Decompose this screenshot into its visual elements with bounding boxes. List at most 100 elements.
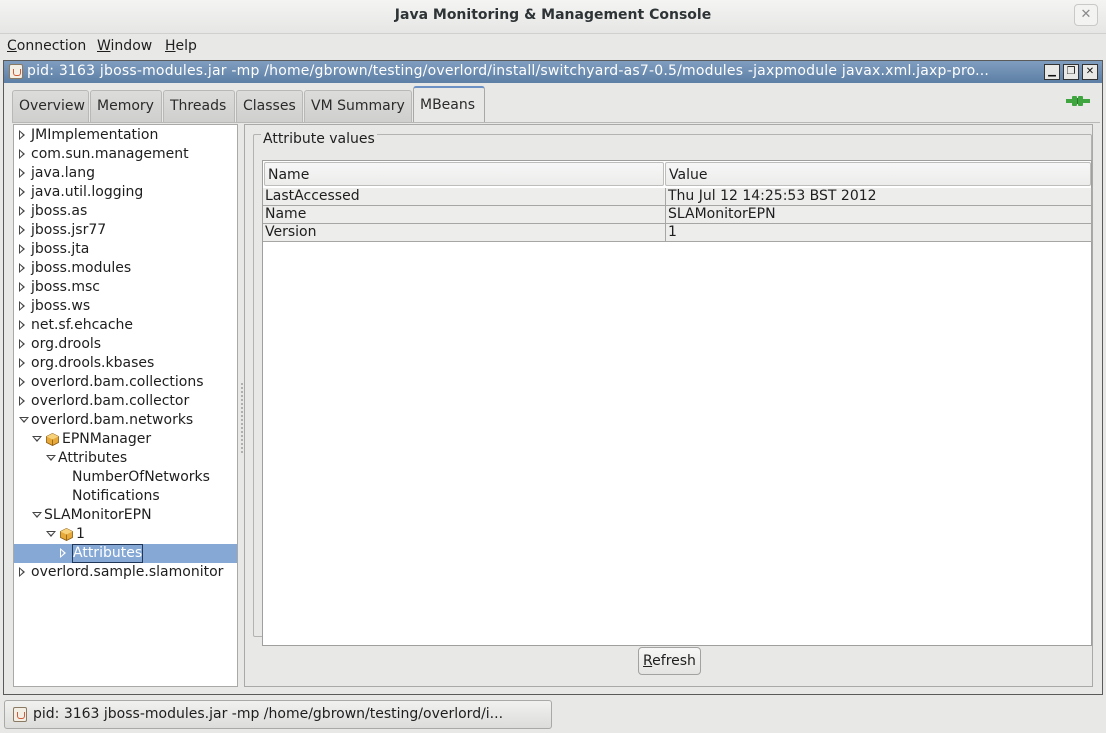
tree-node-label: org.drools [31,336,102,352]
expand-toggle-icon[interactable] [46,455,56,461]
tree-node-label: JMImplementation [31,127,159,143]
menu-window[interactable]: Window [97,38,152,54]
taskbar-window-button[interactable]: pid: 3163 jboss-modules.jar -mp /home/gb… [4,700,552,729]
tab-mbeans[interactable]: MBeans [413,86,485,123]
tree-node-label: org.drools.kbases [31,355,155,371]
tree-node[interactable]: net.sf.ehcache [14,316,237,335]
window-titlebar: Java Monitoring & Management Console ✕ [0,0,1106,34]
tree-node[interactable]: jboss.msc [14,278,237,297]
tree-node-label: jboss.as [31,203,88,219]
tree-node-label: net.sf.ehcache [31,317,134,333]
collapse-toggle-icon[interactable] [19,225,25,235]
tree-node[interactable]: Attributes [14,449,237,468]
tree-node[interactable]: JMImplementation [14,126,237,145]
collapse-toggle-icon[interactable] [60,548,66,558]
mbean-icon [60,528,73,541]
collapse-toggle-icon[interactable] [19,168,25,178]
table-cell[interactable]: 1 [666,224,1092,242]
tree-node[interactable]: NumberOfNetworks [14,468,237,487]
collapse-toggle-icon[interactable] [19,244,25,254]
tree-node-label: Notifications [72,488,160,504]
tree-node[interactable]: java.lang [14,164,237,183]
tree-node[interactable]: jboss.jta [14,240,237,259]
tree-node[interactable]: jboss.ws [14,297,237,316]
collapse-toggle-icon[interactable] [19,358,25,368]
tree-node-label: Attributes [58,450,128,466]
tree-node-label: overlord.bam.collector [31,393,190,409]
tab-divider [12,122,1100,123]
tree-node-label: Attributes [72,544,144,563]
menu-connection[interactable]: Connection [7,38,86,54]
tree-node[interactable]: org.drools.kbases [14,354,237,373]
expand-toggle-icon[interactable] [32,436,42,442]
table-cell[interactable]: Name [263,206,666,224]
column-header-value[interactable]: Value [665,162,1091,186]
connection-status-icon[interactable] [1066,94,1090,108]
tree-node-label: overlord.sample.slamonitor [31,564,224,580]
tree-node[interactable]: SLAMonitorEPN [14,506,237,525]
tree-node[interactable]: overlord.bam.collector [14,392,237,411]
tree-node-label: 1 [76,526,85,542]
tree-node-label: EPNManager [62,431,152,447]
collapse-toggle-icon[interactable] [19,263,25,273]
internal-frame-title: pid: 3163 jboss-modules.jar -mp /home/gb… [27,63,990,79]
tree-node[interactable]: EPNManager [14,430,237,449]
tree-node-label: jboss.msc [31,279,101,295]
tree-node-label: java.util.logging [31,184,144,200]
connection-internal-frame: pid: 3163 jboss-modules.jar -mp /home/gb… [3,60,1103,695]
tree-node[interactable]: Notifications [14,487,237,506]
tree-node[interactable]: jboss.modules [14,259,237,278]
collapse-toggle-icon[interactable] [19,206,25,216]
tree-node[interactable]: overlord.bam.networks [14,411,237,430]
collapse-toggle-icon[interactable] [19,130,25,140]
tree-node[interactable]: overlord.bam.collections [14,373,237,392]
tree-node[interactable]: 1 [14,525,237,544]
expand-toggle-icon[interactable] [32,512,42,518]
table-cell[interactable]: Thu Jul 12 14:25:53 BST 2012 [666,188,1092,206]
attribute-values-pane: Attribute values Name Value LastAccessed… [244,124,1093,687]
tree-node[interactable]: org.drools [14,335,237,354]
mbean-tree[interactable]: JMImplementation com.sun.management java.l… [13,124,238,687]
collapse-toggle-icon[interactable] [19,187,25,197]
tab-vm-summary[interactable]: VM Summary [304,90,412,122]
tree-node[interactable]: jboss.as [14,202,237,221]
expand-toggle-icon[interactable] [19,417,29,423]
collapse-toggle-icon[interactable] [19,396,25,406]
tab-memory[interactable]: Memory [90,90,162,122]
tree-node-label: jboss.modules [31,260,132,276]
collapse-toggle-icon[interactable] [19,567,25,577]
tree-node[interactable]: java.util.logging [14,183,237,202]
refresh-button[interactable]: Refresh [638,647,701,675]
internal-frame-titlebar[interactable]: pid: 3163 jboss-modules.jar -mp /home/gb… [4,61,1102,83]
collapse-toggle-icon[interactable] [19,320,25,330]
close-window-button[interactable]: ✕ [1074,4,1098,26]
table-cell[interactable]: LastAccessed [263,188,666,206]
collapse-toggle-icon[interactable] [19,282,25,292]
collapse-toggle-icon[interactable] [19,339,25,349]
column-header-name[interactable]: Name [264,162,664,186]
table-cell[interactable]: Version [263,224,666,242]
tree-node-label: java.lang [31,165,96,181]
tree-node[interactable]: jboss.jsr77 [14,221,237,240]
java-cup-icon [9,64,23,79]
collapse-toggle-icon[interactable] [19,377,25,387]
menu-help[interactable]: Help [165,38,197,54]
tab-classes[interactable]: Classes [236,90,303,122]
tab-threads[interactable]: Threads [163,90,235,122]
taskbar-window-label: pid: 3163 jboss-modules.jar -mp /home/gb… [33,706,504,722]
tree-node[interactable]: Attributes [14,544,237,563]
minimize-frame-button[interactable]: ▁ [1044,64,1060,80]
menu-bar: Connection Window Help [0,35,1106,59]
collapse-toggle-icon[interactable] [19,301,25,311]
expand-toggle-icon[interactable] [46,531,56,537]
table-cell[interactable]: SLAMonitorEPN [666,206,1092,224]
mbean-icon [46,433,59,446]
close-frame-button[interactable]: ✕ [1082,64,1098,80]
tree-node[interactable]: com.sun.management [14,145,237,164]
collapse-toggle-icon[interactable] [19,149,25,159]
group-title: Attribute values [261,131,377,147]
tab-overview[interactable]: Overview [12,90,89,122]
attributes-table[interactable]: Name Value LastAccessed Thu Jul 12 14:25… [262,160,1092,646]
tree-node[interactable]: overlord.sample.slamonitor [14,563,237,582]
restore-frame-button[interactable]: ❐ [1063,64,1079,80]
